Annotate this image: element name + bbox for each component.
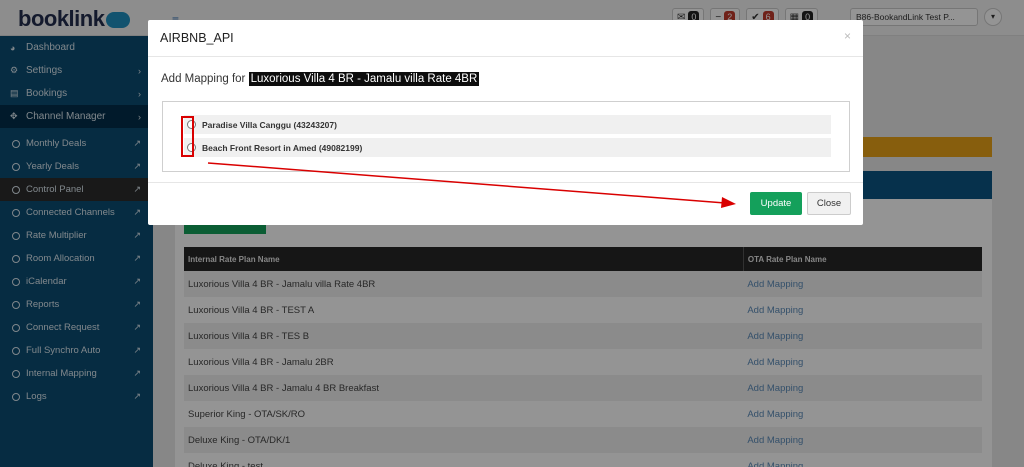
- divider: [148, 56, 863, 57]
- annotation-highlight-box: [181, 116, 194, 157]
- listing-option-label: Paradise Villa Canggu (43243207): [202, 119, 337, 130]
- mapping-modal: AIRBNB_API × Add Mapping for Luxorious V…: [148, 20, 863, 225]
- mapping-heading: Add Mapping for Luxorious Villa 4 BR - J…: [161, 72, 480, 86]
- listing-option[interactable]: Paradise Villa Canggu (43243207): [184, 115, 831, 134]
- listing-option-label: Beach Front Resort in Amed (49082199): [202, 142, 363, 153]
- update-button[interactable]: Update: [750, 192, 802, 215]
- modal-title: AIRBNB_API: [160, 31, 234, 45]
- listing-options: Paradise Villa Canggu (43243207) Beach F…: [162, 101, 850, 172]
- divider: [148, 182, 863, 183]
- close-button[interactable]: Close: [807, 192, 851, 215]
- listing-option[interactable]: Beach Front Resort in Amed (49082199): [184, 138, 831, 157]
- mapping-target: Luxorious Villa 4 BR - Jamalu villa Rate…: [248, 72, 480, 86]
- mapping-prefix: Add Mapping for: [161, 73, 246, 85]
- close-icon[interactable]: ×: [844, 29, 851, 43]
